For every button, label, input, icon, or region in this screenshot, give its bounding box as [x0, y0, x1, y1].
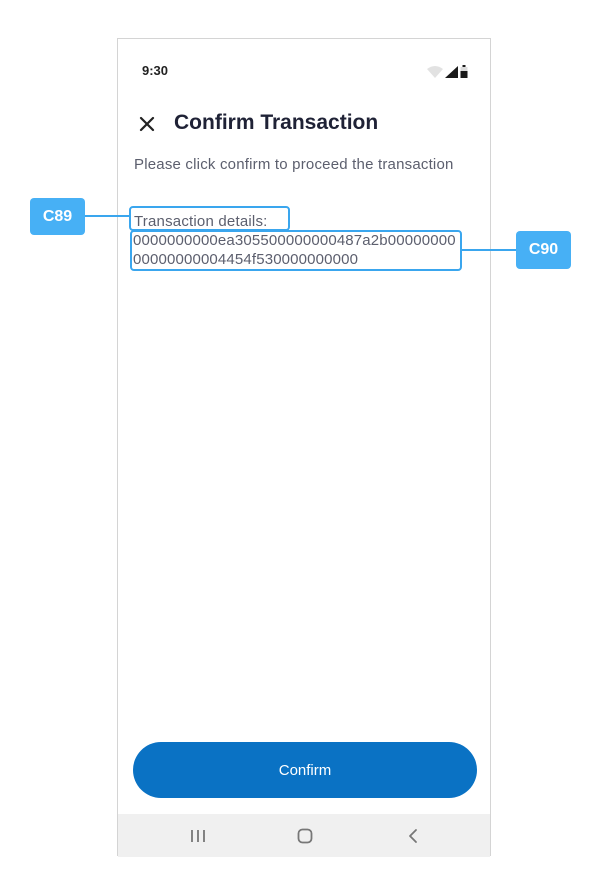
navigation-bar — [118, 814, 490, 857]
status-icons — [427, 65, 468, 83]
signal-icon — [445, 65, 458, 83]
annotation-tag-b: C90 — [516, 231, 571, 269]
battery-icon — [460, 65, 468, 83]
annotation-box-details-value — [130, 230, 462, 271]
annotation-tag-a: C89 — [30, 198, 85, 235]
recent-apps-icon[interactable] — [183, 824, 213, 848]
header: Confirm Transaction — [118, 107, 490, 143]
phone-screen: 9:30 Confirm Transaction Please click co… — [117, 38, 491, 857]
annotation-box-details-label — [129, 206, 290, 231]
confirm-button[interactable]: Confirm — [133, 742, 477, 798]
annotation-connector-b — [461, 249, 517, 251]
status-time: 9:30 — [142, 63, 169, 78]
wifi-icon — [427, 65, 443, 83]
home-icon[interactable] — [290, 824, 320, 848]
back-icon[interactable] — [398, 824, 428, 848]
annotation-connector-a — [84, 215, 130, 217]
page-title: Confirm Transaction — [174, 111, 379, 134]
close-icon[interactable] — [134, 111, 160, 137]
status-bar: 9:30 — [118, 39, 490, 99]
confirm-description: Please click confirm to proceed the tran… — [134, 156, 454, 173]
